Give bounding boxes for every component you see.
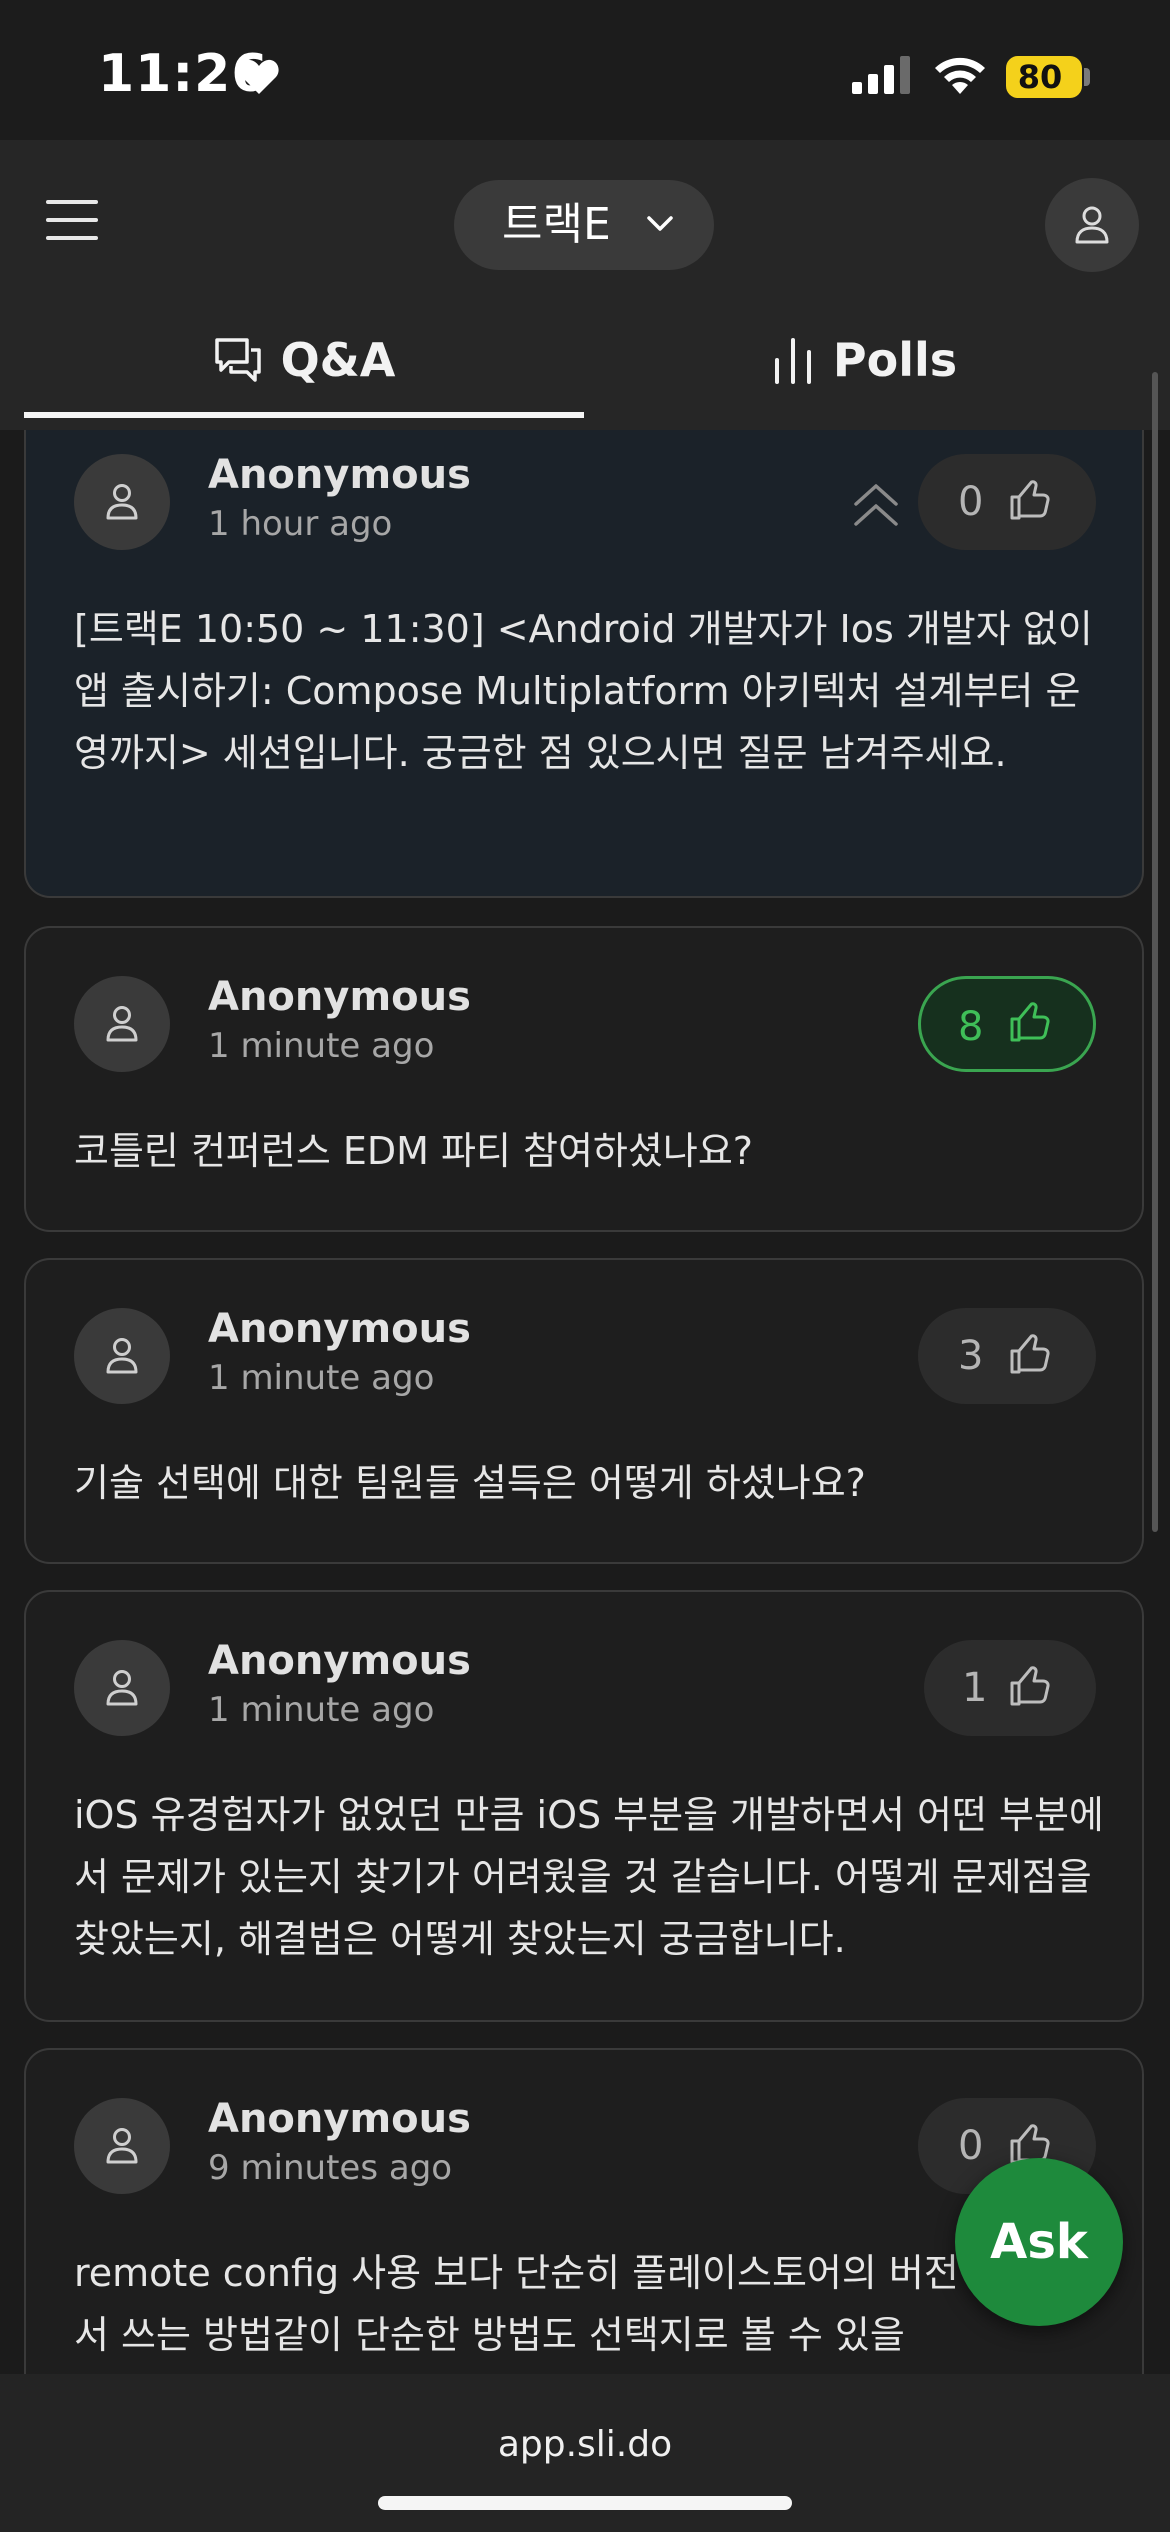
like-count: 3 xyxy=(958,1333,984,1379)
browser-address-bar[interactable]: app.sli.do xyxy=(0,2374,1170,2532)
heart-icon xyxy=(239,59,279,94)
chat-bubbles-icon xyxy=(214,338,261,382)
profile-button[interactable] xyxy=(1045,178,1139,272)
battery-level: 80 xyxy=(1017,58,1063,96)
question-time: 1 minute ago xyxy=(208,1690,435,1730)
question-time: 9 minutes ago xyxy=(208,2148,453,2188)
tab-qa[interactable]: Q&A xyxy=(24,310,584,420)
thumbs-up-icon xyxy=(1010,1334,1050,1374)
avatar xyxy=(74,454,170,550)
avatar xyxy=(74,2098,170,2194)
like-count: 0 xyxy=(958,479,984,525)
menu-icon xyxy=(46,200,98,204)
active-tab-indicator xyxy=(24,412,584,418)
question-card: Anonymous 1 minute ago 1 iOS 유경험자가 없었던 만… xyxy=(24,1590,1144,2022)
user-icon xyxy=(106,1006,138,1042)
question-time: 1 minute ago xyxy=(208,1026,435,1066)
thumbs-up-icon xyxy=(1010,1002,1050,1042)
question-time: 1 minute ago xyxy=(208,1358,435,1398)
wifi-icon xyxy=(935,57,985,94)
question-author: Anonymous xyxy=(208,452,471,498)
user-icon xyxy=(106,484,138,520)
like-button[interactable]: 0 xyxy=(918,454,1096,550)
url-text[interactable]: app.sli.do xyxy=(0,2424,1170,2465)
status-bar: 11:26 80 xyxy=(0,0,1170,140)
like-button[interactable]: 1 xyxy=(924,1640,1096,1736)
tab-polls-label: Polls xyxy=(832,333,958,387)
question-card: Anonymous 1 minute ago 8 코틀린 컨퍼런스 EDM 파티… xyxy=(24,926,1144,1232)
question-author: Anonymous xyxy=(208,974,471,1020)
user-icon xyxy=(106,1670,138,1706)
question-text: [트랙E 10:50 ~ 11:30] <Android 개발자가 Ios 개발… xyxy=(74,607,1093,775)
user-icon xyxy=(106,2128,138,2164)
tab-qa-label: Q&A xyxy=(280,333,396,387)
ask-label: Ask xyxy=(990,2214,1088,2270)
pinned-chevrons-icon xyxy=(854,484,898,526)
like-count: 8 xyxy=(958,1004,984,1050)
question-author: Anonymous xyxy=(208,2096,471,2142)
menu-icon-line xyxy=(46,236,98,240)
thumbs-up-icon xyxy=(1010,480,1050,520)
ask-button[interactable]: Ask xyxy=(955,2158,1123,2326)
avatar xyxy=(74,1640,170,1736)
menu-button[interactable] xyxy=(46,200,98,248)
app-header: 트랙E Q&A Polls xyxy=(0,140,1170,430)
scrollbar[interactable] xyxy=(1152,372,1158,1532)
question-card: Anonymous 1 minute ago 3 기술 선택에 대한 팀원들 설… xyxy=(24,1258,1144,1564)
cellular-signal-icon xyxy=(852,56,910,94)
menu-icon-line xyxy=(46,218,98,222)
question-time: 1 hour ago xyxy=(208,504,393,544)
event-name: 트랙E xyxy=(502,199,611,250)
question-author: Anonymous xyxy=(208,1638,471,1684)
event-selector[interactable]: 트랙E xyxy=(454,180,714,270)
like-button[interactable]: 8 xyxy=(918,976,1096,1072)
avatar xyxy=(74,1308,170,1404)
avatar xyxy=(74,976,170,1072)
user-icon xyxy=(1075,206,1109,244)
question-text: 코틀린 컨퍼런스 EDM 파티 참여하셨나요? xyxy=(74,1129,753,1173)
tab-polls[interactable]: Polls xyxy=(584,310,1144,420)
battery-cap xyxy=(1084,68,1090,86)
user-icon xyxy=(106,1338,138,1374)
question-text: 기술 선택에 대한 팀원들 설득은 어떻게 하셨나요? xyxy=(74,1461,866,1505)
chevron-down-icon xyxy=(647,216,673,231)
question-text: iOS 유경험자가 없었던 만큼 iOS 부분을 개발하면서 어떤 부분에서 문… xyxy=(74,1793,1104,1961)
bar-chart-icon xyxy=(774,338,811,384)
thumbs-up-icon xyxy=(1010,1666,1050,1706)
like-button[interactable]: 3 xyxy=(918,1308,1096,1404)
home-indicator[interactable] xyxy=(378,2496,792,2510)
battery-indicator: 80 xyxy=(1006,56,1082,98)
question-author: Anonymous xyxy=(208,1306,471,1352)
like-count: 1 xyxy=(962,1665,988,1711)
question-card: Anonymous 1 hour ago 0 [트랙E 10:50 ~ 11:3… xyxy=(24,430,1144,898)
